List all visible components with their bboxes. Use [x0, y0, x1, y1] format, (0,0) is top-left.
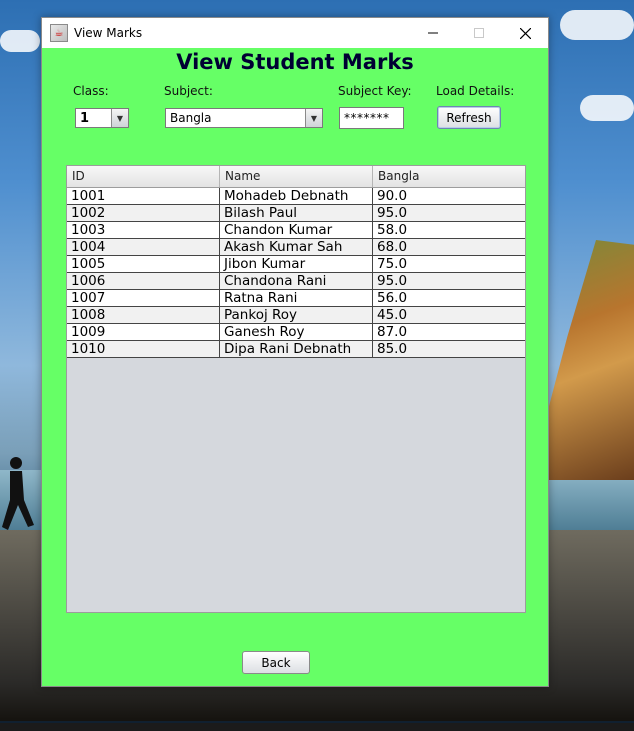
- marks-table: ID Name Bangla 1001 Mohadeb Debnath 90.0…: [66, 165, 526, 613]
- cell-id: 1004: [67, 239, 220, 255]
- table-row[interactable]: 1010 Dipa Rani Debnath 85.0: [67, 341, 525, 358]
- table-row[interactable]: 1006 Chandona Rani 95.0: [67, 273, 525, 290]
- refresh-button[interactable]: Refresh: [437, 106, 501, 129]
- table-row[interactable]: 1004 Akash Kumar Sah 68.0: [67, 239, 525, 256]
- column-header-id[interactable]: ID: [67, 166, 220, 187]
- title-bar[interactable]: ☕ View Marks: [42, 18, 548, 48]
- view-marks-window: ☕ View Marks View Student Marks Class: S…: [41, 17, 549, 687]
- cloud-shape: [580, 95, 634, 121]
- cell-name: Bilash Paul: [220, 205, 373, 221]
- cell-name: Pankoj Roy: [220, 307, 373, 323]
- cell-name: Chandon Kumar: [220, 222, 373, 238]
- cell-id: 1003: [67, 222, 220, 238]
- runner-silhouette: [2, 457, 34, 530]
- table-row[interactable]: 1008 Pankoj Roy 45.0: [67, 307, 525, 324]
- class-label: Class:: [73, 84, 109, 98]
- cell-name: Jibon Kumar: [220, 256, 373, 272]
- cell-mark: 87.0: [377, 324, 408, 340]
- table-body: 1001 Mohadeb Debnath 90.0 1002 Bilash Pa…: [67, 188, 525, 358]
- table-header: ID Name Bangla: [67, 166, 525, 188]
- close-button[interactable]: [502, 18, 548, 48]
- page-title: View Student Marks: [176, 50, 414, 74]
- cell-mark: 56.0: [377, 290, 408, 306]
- cell-name: Akash Kumar Sah: [220, 239, 373, 255]
- cell-id: 1002: [67, 205, 220, 221]
- cell-mark: 90.0: [377, 188, 408, 204]
- taskbar: [0, 723, 634, 731]
- cliff-shape: [539, 240, 634, 480]
- cell-mark: 95.0: [377, 273, 408, 289]
- maximize-button[interactable]: [456, 18, 502, 48]
- table-row[interactable]: 1001 Mohadeb Debnath 90.0: [67, 188, 525, 205]
- table-row[interactable]: 1002 Bilash Paul 95.0: [67, 205, 525, 222]
- cell-mark: 75.0: [377, 256, 408, 272]
- subject-label: Subject:: [164, 84, 213, 98]
- cell-id: 1007: [67, 290, 220, 306]
- cell-mark: 68.0: [377, 239, 408, 255]
- java-app-icon: ☕: [50, 24, 68, 42]
- class-select[interactable]: 1 ▼: [75, 108, 129, 128]
- subject-key-input[interactable]: *******: [339, 107, 404, 129]
- cell-name: Ratna Rani: [220, 290, 373, 306]
- minimize-icon: [428, 32, 438, 34]
- subject-select[interactable]: Bangla ▼: [165, 108, 323, 128]
- chevron-down-icon[interactable]: ▼: [111, 109, 128, 127]
- table-row[interactable]: 1003 Chandon Kumar 58.0: [67, 222, 525, 239]
- cell-name: Ganesh Roy: [220, 324, 373, 340]
- cell-name: Chandona Rani: [220, 273, 373, 289]
- cell-mark: 95.0: [377, 205, 408, 221]
- column-header-subject[interactable]: Bangla: [373, 166, 525, 187]
- cell-id: 1005: [67, 256, 220, 272]
- cell-id: 1001: [67, 188, 220, 204]
- column-header-name[interactable]: Name: [220, 166, 373, 187]
- class-select-value: 1: [80, 110, 90, 126]
- table-row[interactable]: 1009 Ganesh Roy 87.0: [67, 324, 525, 341]
- cell-name: Mohadeb Debnath: [220, 188, 373, 204]
- subject-select-value: Bangla: [170, 111, 212, 125]
- cell-mark: 45.0: [377, 307, 408, 323]
- cell-id: 1008: [67, 307, 220, 323]
- back-button[interactable]: Back: [242, 651, 310, 674]
- cell-mark: 58.0: [377, 222, 408, 238]
- window-title: View Marks: [74, 26, 143, 40]
- load-details-label: Load Details:: [436, 84, 515, 98]
- cloud-shape: [560, 10, 634, 40]
- cell-id: 1010: [67, 341, 220, 357]
- cloud-shape: [0, 30, 40, 52]
- close-icon: [519, 27, 531, 39]
- table-row[interactable]: 1005 Jibon Kumar 75.0: [67, 256, 525, 273]
- cell-name: Dipa Rani Debnath: [220, 341, 373, 357]
- chevron-down-icon[interactable]: ▼: [305, 109, 322, 127]
- maximize-icon: [474, 28, 484, 38]
- minimize-button[interactable]: [410, 18, 456, 48]
- cell-mark: 85.0: [377, 341, 408, 357]
- cell-id: 1006: [67, 273, 220, 289]
- subject-key-label: Subject Key:: [338, 84, 412, 98]
- table-row[interactable]: 1007 Ratna Rani 56.0: [67, 290, 525, 307]
- cell-id: 1009: [67, 324, 220, 340]
